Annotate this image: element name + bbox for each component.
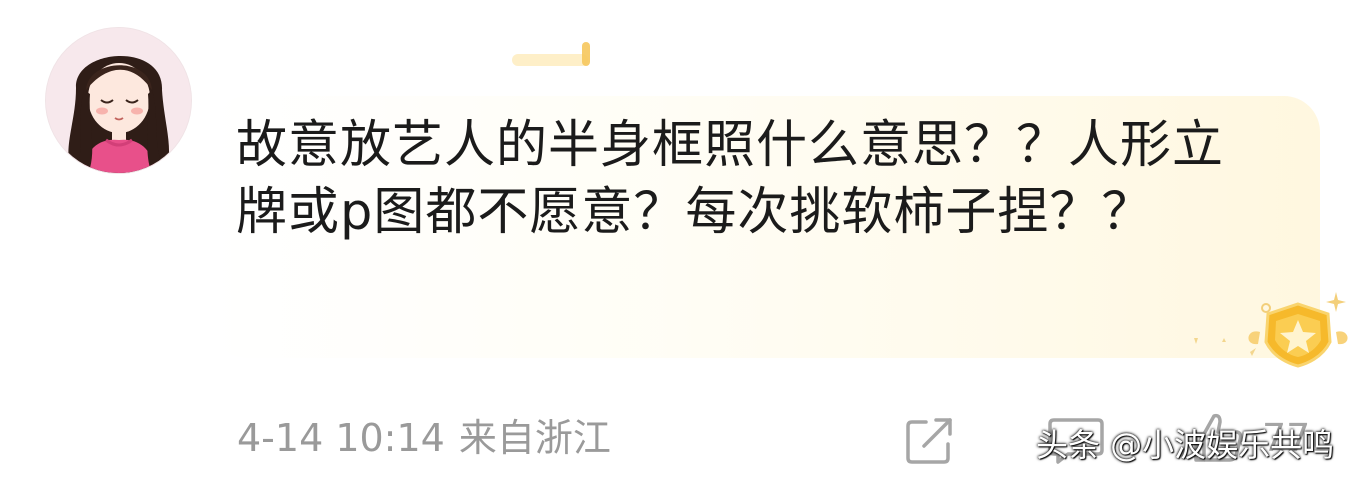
- comment-date: 4-14 10:14: [237, 416, 445, 460]
- watermark: 头条 @小波娱乐共鸣: [1036, 426, 1335, 464]
- share-button[interactable]: [904, 414, 956, 466]
- comment-text: 故意放艺人的半身框照什么意思？？人形立牌或p图都不愿意？每次挑软柿子捏？？: [236, 116, 1225, 242]
- decoration-glow: [512, 40, 594, 70]
- share-icon: [906, 418, 952, 464]
- avatar[interactable]: [46, 28, 191, 173]
- star-badge-icon: [1186, 290, 1356, 370]
- comment-location: 来自浙江: [458, 416, 611, 460]
- comment-meta: 4-14 10:14 来自浙江: [237, 414, 611, 462]
